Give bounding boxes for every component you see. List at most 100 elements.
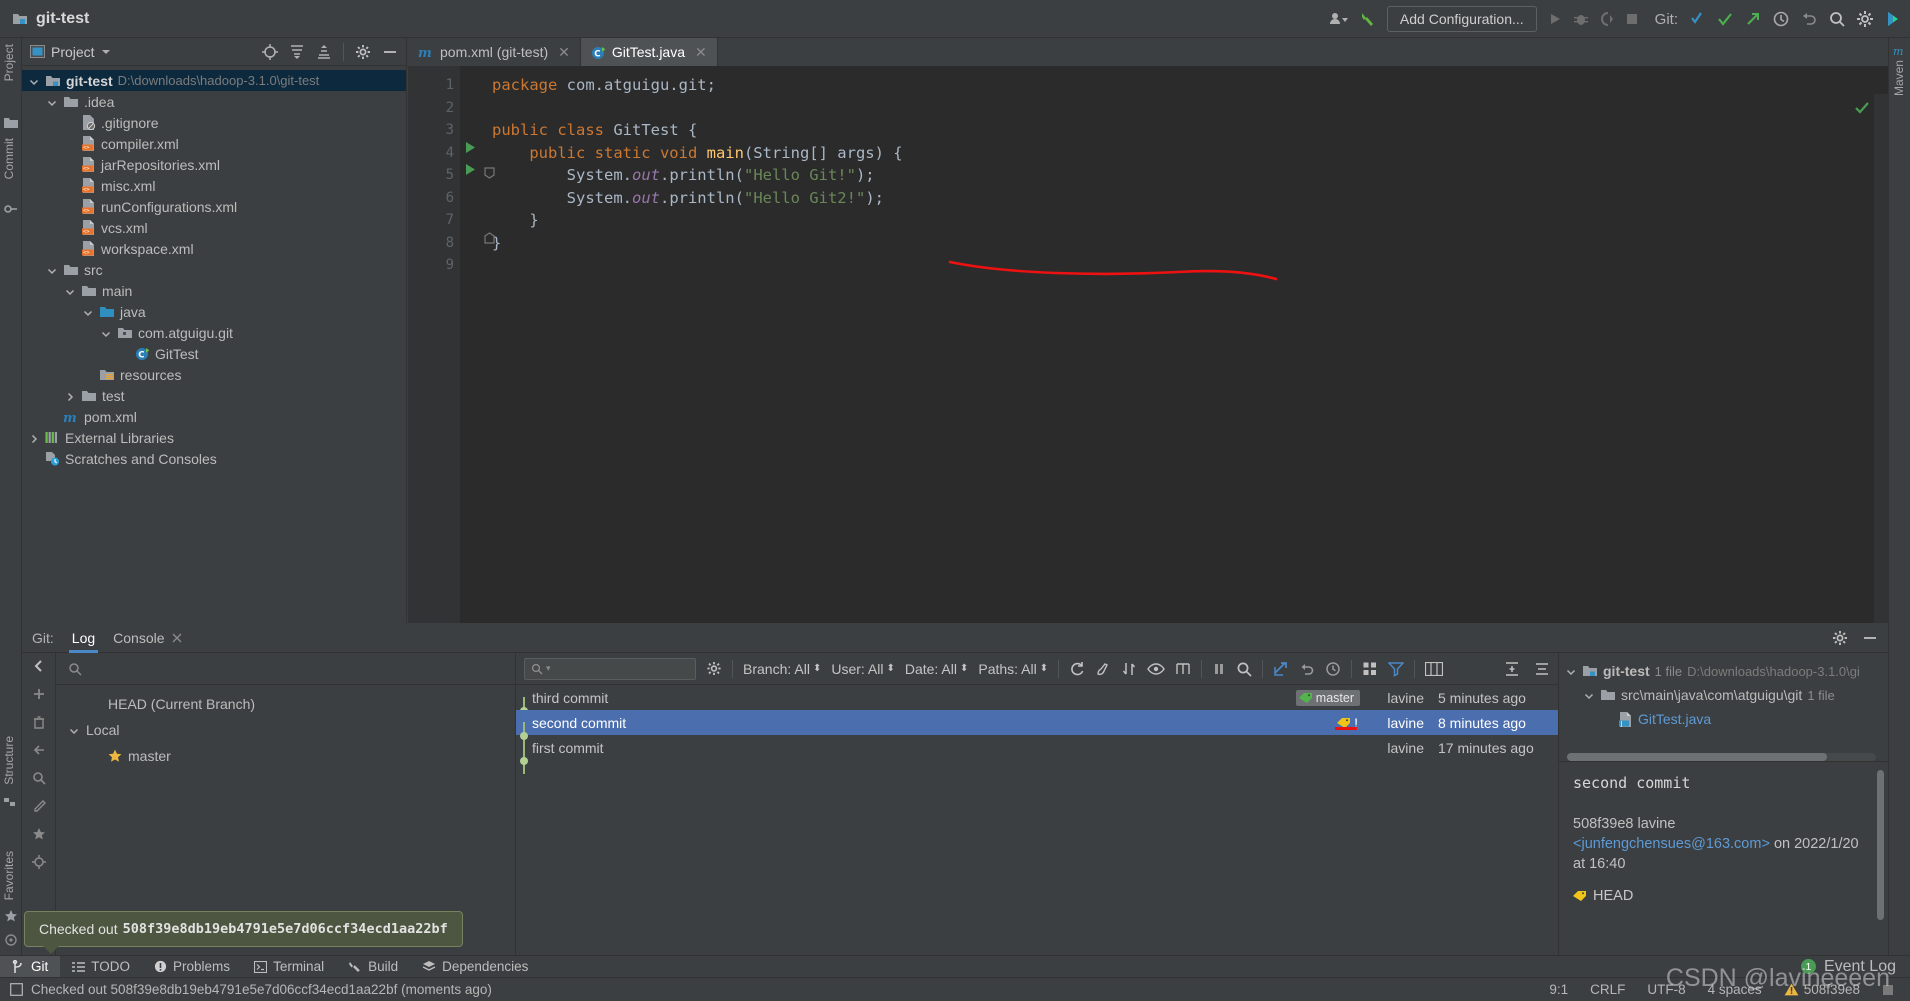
star-icon[interactable] [32, 827, 46, 841]
code-editor[interactable]: 1 2 3 4 5 6 7 8 9 package com.atguigu.git; publi… [408, 66, 1888, 623]
sidebar-item-favorites[interactable]: Favorites [2, 851, 16, 900]
tree-node-resources[interactable]: resources [22, 364, 406, 385]
settings-strip-icon[interactable] [4, 933, 18, 947]
bottom-tab-dependencies[interactable]: Dependencies [410, 956, 540, 978]
chevron-down-icon[interactable] [1583, 689, 1595, 701]
chevron-down-icon[interactable] [100, 327, 112, 339]
columns-icon[interactable] [1362, 661, 1378, 677]
bottom-tab-build[interactable]: Build [336, 956, 410, 978]
filter-user[interactable]: User: All ⬍ [831, 661, 895, 677]
history-brush-icon[interactable] [1095, 661, 1111, 677]
run-line-marker-3[interactable] [464, 141, 477, 159]
chevron-down-icon[interactable] [46, 264, 58, 276]
chevron-right-icon[interactable] [28, 432, 40, 444]
ide-help-icon[interactable] [1884, 10, 1902, 28]
go-to-icon[interactable] [1273, 661, 1289, 677]
sort-icon[interactable] [1121, 661, 1137, 677]
checkout-notification-toast[interactable]: Checked out 508f39e8db19eb4791e5e7d06ccf… [24, 911, 463, 954]
editor-markup-scrollbar[interactable] [1874, 94, 1888, 623]
branch-item-master[interactable]: master [56, 743, 515, 769]
close-icon[interactable] [172, 633, 182, 643]
tree-node-scratches-and-consoles[interactable]: Scratches and Consoles [22, 448, 406, 469]
tree-node-misc-xml[interactable]: <> misc.xml [22, 175, 406, 196]
tree-node-external-libraries[interactable]: External Libraries [22, 427, 406, 448]
event-log-group[interactable]: 1 Event Log [1800, 958, 1910, 976]
checkout-icon[interactable] [32, 743, 46, 757]
commit-email[interactable]: <junfengchensues@163.com> [1573, 836, 1770, 852]
chevron-down-icon[interactable] [82, 306, 94, 318]
user-avatar-icon[interactable] [1329, 12, 1349, 26]
edit-icon[interactable] [32, 799, 46, 813]
expand-icon[interactable] [1504, 661, 1520, 677]
settings-icon[interactable] [1856, 10, 1874, 28]
tree-node-com-atguigu-git[interactable]: com.atguigu.git [22, 322, 406, 343]
bottom-tab-problems[interactable]: Problems [142, 956, 242, 978]
code-fold-icon-close[interactable] [484, 231, 495, 249]
filter-branch[interactable]: Branch: All ⬍ [743, 661, 821, 677]
tree-node-vcs-xml[interactable]: <> vcs.xml [22, 217, 406, 238]
hide-panel-icon[interactable] [382, 44, 398, 60]
branch-filter-row[interactable] [56, 653, 515, 685]
chevron-down-icon[interactable] [64, 285, 76, 297]
filter-icon[interactable] [1388, 661, 1405, 677]
search-icon[interactable] [1236, 661, 1252, 677]
collapse-icon[interactable] [1534, 661, 1550, 677]
bottom-tab-git[interactable]: Git [0, 955, 61, 978]
sidebar-item-commit[interactable]: Commit [2, 138, 16, 179]
tree-node-git-test[interactable]: git-test D:\downloads\hadoop-3.1.0\git-te… [22, 70, 406, 91]
sidebar-item-maven[interactable]: Maven [1892, 60, 1906, 96]
git-update-icon[interactable] [1688, 10, 1706, 28]
commit-ref-marker[interactable]: ! [1335, 715, 1358, 731]
editor-tab-gittest[interactable]: C GitTest.java ✕ [580, 38, 718, 66]
caret-position[interactable]: 9:1 [1549, 982, 1568, 997]
indent-setting[interactable]: 4 spaces [1708, 982, 1762, 997]
branch-item-local[interactable]: Local [56, 717, 515, 743]
expand-all-icon[interactable] [289, 44, 305, 60]
tree-node-pom-xml[interactable]: m pom.xml [22, 406, 406, 427]
changed-file-node[interactable]: git-test 1 file D:\downloads\hadoop-3.1.0\… [1559, 659, 1888, 683]
tab-log[interactable]: Log [68, 623, 99, 653]
clock-icon[interactable] [1325, 661, 1341, 677]
undo-icon[interactable] [1299, 661, 1315, 677]
code-content[interactable]: package com.atguigu.git; public class Gi… [460, 66, 1888, 623]
tree-node-runconfigurations-xml[interactable]: <> runConfigurations.xml [22, 196, 406, 217]
horizontal-scrollbar[interactable] [1567, 753, 1876, 761]
editor-tab-pom[interactable]: m pom.xml (git-test) ✕ [408, 38, 581, 66]
sidebar-item-structure[interactable]: Structure [2, 736, 16, 785]
rollback-icon[interactable] [1800, 10, 1818, 28]
intellisort-icon[interactable] [1175, 661, 1191, 677]
vertical-scrollbar[interactable] [1877, 770, 1884, 920]
table-row[interactable]: third commit master lavine 5 minutes ago [516, 685, 1558, 724]
chevron-down-icon[interactable] [68, 724, 80, 736]
code-fold-icon-open[interactable] [484, 166, 495, 184]
chevron-down-icon[interactable] [28, 75, 40, 87]
changed-files-tree[interactable]: git-test 1 file D:\downloads\hadoop-3.1.0\… [1559, 653, 1888, 751]
eye-icon[interactable] [1147, 662, 1165, 676]
collapse-all-icon[interactable] [316, 44, 332, 60]
branch-item-head-current-branch-[interactable]: HEAD (Current Branch) [56, 691, 515, 717]
git-branch-status[interactable]: 508f39e8 [1804, 982, 1860, 997]
refresh-icon[interactable] [1069, 661, 1085, 677]
tree-node-compiler-xml[interactable]: <> compiler.xml [22, 133, 406, 154]
close-icon[interactable]: ✕ [558, 44, 570, 61]
locate-icon[interactable] [31, 855, 46, 869]
commit-list[interactable]: third commit master lavine 5 minutes ago sec… [516, 685, 1558, 955]
sidebar-item-project[interactable]: Project [2, 44, 16, 81]
debug-icon[interactable] [1573, 11, 1589, 27]
delete-icon[interactable] [32, 715, 46, 729]
tree-node-gittest[interactable]: C GitTest [22, 343, 406, 364]
tree-node-java[interactable]: java [22, 301, 406, 322]
tree-node--idea[interactable]: .idea [22, 91, 406, 112]
gear-icon[interactable] [706, 661, 722, 677]
locate-file-icon[interactable] [262, 43, 278, 60]
run-line-marker-4[interactable] [464, 163, 477, 181]
tab-console[interactable]: Console [113, 623, 164, 653]
changed-file-node[interactable]: J GitTest.java [1559, 707, 1888, 731]
event-log-label[interactable]: Event Log [1824, 958, 1896, 976]
chevron-down-icon[interactable] [46, 96, 58, 108]
commit-search-input[interactable]: ▾ [524, 657, 696, 680]
search-everywhere-icon[interactable] [1828, 10, 1846, 28]
branch-tag-badge[interactable]: master [1295, 689, 1360, 706]
tree-node-src[interactable]: src [22, 259, 406, 280]
add-icon[interactable] [32, 687, 46, 701]
